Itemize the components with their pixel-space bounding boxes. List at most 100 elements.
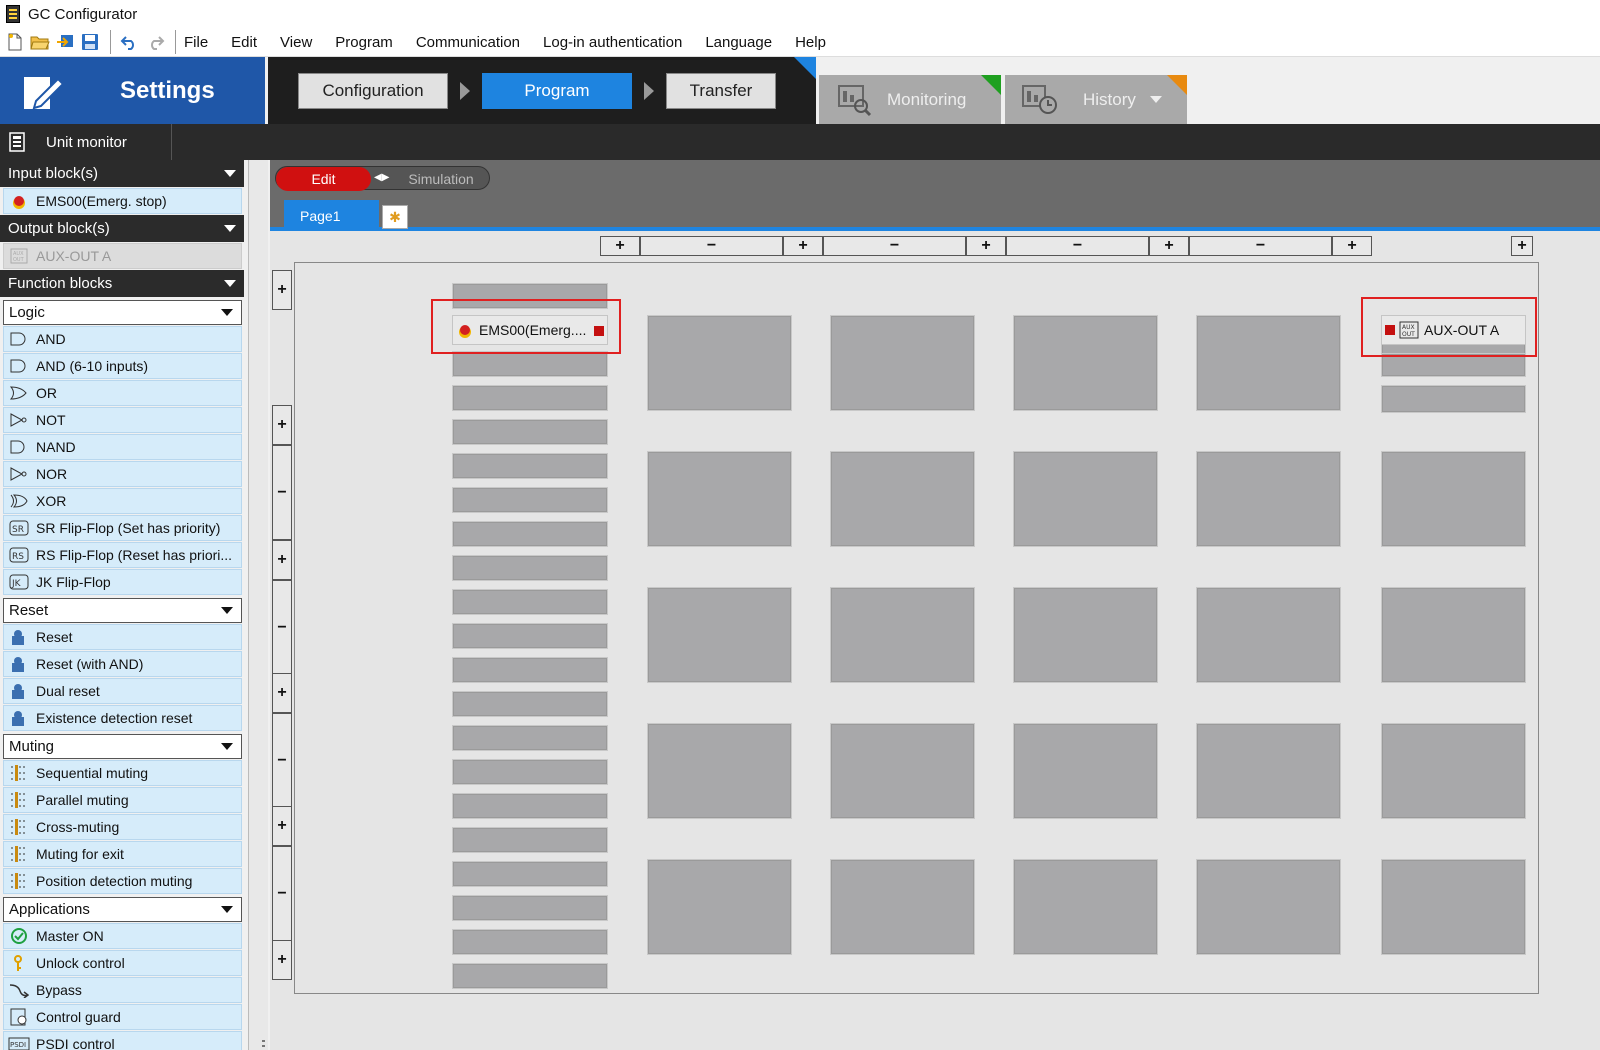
input-blocks-header[interactable]: Input block(s)	[0, 160, 244, 187]
output-blocks-header[interactable]: Output block(s)	[0, 215, 244, 242]
block-slot[interactable]	[452, 385, 608, 411]
block-slot[interactable]	[1013, 859, 1158, 955]
block-slot[interactable]	[1381, 385, 1526, 413]
menu-communication[interactable]: Communication	[416, 34, 520, 51]
menu-language[interactable]: Language	[705, 34, 772, 51]
block-slot[interactable]	[452, 657, 608, 683]
group-dropdown-logic[interactable]: Logic	[3, 300, 242, 325]
block-slot[interactable]	[647, 451, 792, 547]
block-slot[interactable]	[1381, 859, 1526, 955]
menu-login-authentication[interactable]: Log-in authentication	[543, 34, 682, 51]
palette-item[interactable]: Position detection muting	[3, 868, 242, 894]
settings-header[interactable]: Settings	[0, 57, 265, 124]
menu-file[interactable]: File	[184, 34, 208, 51]
tab-page1[interactable]: Page1	[284, 200, 379, 231]
block-slot[interactable]	[452, 419, 608, 445]
delete-column-button[interactable]: −	[1006, 236, 1149, 256]
menu-edit[interactable]: Edit	[231, 34, 257, 51]
edit-simulation-toggle[interactable]: Edit ◀▶ Simulation	[275, 166, 491, 191]
insert-column-button[interactable]: +	[600, 236, 640, 256]
insert-row-button[interactable]: +	[272, 673, 292, 713]
delete-row-button[interactable]: −	[272, 713, 292, 808]
palette-item[interactable]: Reset (with AND)	[3, 651, 242, 677]
tab-history[interactable]: History	[1005, 75, 1187, 124]
redo-icon[interactable]	[144, 31, 166, 53]
add-page-button[interactable]: ✱	[382, 205, 408, 229]
block-slot[interactable]	[452, 691, 608, 717]
group-dropdown-applications[interactable]: Applications	[3, 897, 242, 922]
block-slot[interactable]	[452, 963, 608, 989]
palette-item[interactable]: Control guard	[3, 1004, 242, 1030]
palette-item[interactable]: Bypass	[3, 977, 242, 1003]
menu-program[interactable]: Program	[335, 34, 393, 51]
block-slot[interactable]	[1013, 723, 1158, 819]
insert-column-button[interactable]: +	[1332, 236, 1372, 256]
unit-monitor-button[interactable]: Unit monitor	[0, 124, 172, 160]
block-slot[interactable]	[452, 895, 608, 921]
edit-mode-button[interactable]: Edit	[276, 167, 371, 191]
menu-view[interactable]: View	[280, 34, 312, 51]
palette-item[interactable]: Existence detection reset	[3, 705, 242, 731]
palette-item[interactable]: Muting for exit	[3, 841, 242, 867]
block-slot[interactable]	[452, 555, 608, 581]
block-slot[interactable]	[647, 859, 792, 955]
simulation-mode-button[interactable]: Simulation	[391, 167, 491, 191]
block-slot[interactable]	[1196, 723, 1341, 819]
function-blocks-header[interactable]: Function blocks	[0, 270, 244, 297]
block-slot[interactable]	[452, 793, 608, 819]
block-slot[interactable]	[830, 723, 975, 819]
insert-row-button[interactable]: +	[272, 270, 292, 310]
block-slot[interactable]	[1381, 723, 1526, 819]
step-transfer[interactable]: Transfer	[666, 72, 776, 109]
block-slot[interactable]	[1196, 587, 1341, 683]
group-dropdown-muting[interactable]: Muting	[3, 734, 242, 759]
block-slot[interactable]	[647, 587, 792, 683]
block-slot[interactable]	[1013, 587, 1158, 683]
block-slot[interactable]	[647, 315, 792, 411]
undo-icon[interactable]	[119, 31, 141, 53]
palette-item[interactable]: AND	[3, 326, 242, 352]
delete-column-button[interactable]: −	[1189, 236, 1332, 256]
palette-item[interactable]: Reset	[3, 624, 242, 650]
insert-column-button[interactable]: +	[966, 236, 1006, 256]
block-slot[interactable]	[1013, 315, 1158, 411]
open-folder-icon[interactable]	[29, 31, 51, 53]
block-slot[interactable]	[1381, 587, 1526, 683]
insert-column-button[interactable]: +	[1511, 236, 1533, 256]
block-slot[interactable]	[452, 929, 608, 955]
block-slot[interactable]	[830, 859, 975, 955]
block-slot[interactable]	[452, 759, 608, 785]
delete-row-button[interactable]: −	[272, 580, 292, 675]
save-icon[interactable]	[79, 31, 101, 53]
new-file-icon[interactable]	[4, 31, 26, 53]
block-slot[interactable]	[830, 587, 975, 683]
block-slot[interactable]	[1196, 451, 1341, 547]
import-icon[interactable]	[54, 31, 76, 53]
palette-item[interactable]: SR SR Flip-Flop (Set has priority)	[3, 515, 242, 541]
block-slot[interactable]	[452, 351, 608, 377]
palette-item[interactable]: Parallel muting	[3, 787, 242, 813]
menu-help[interactable]: Help	[795, 34, 826, 51]
palette-item[interactable]: Cross-muting	[3, 814, 242, 840]
palette-item[interactable]: NAND	[3, 434, 242, 460]
block-slot[interactable]	[830, 451, 975, 547]
palette-item[interactable]: NOR	[3, 461, 242, 487]
block-slot[interactable]	[452, 487, 608, 513]
block-slot[interactable]	[452, 589, 608, 615]
splitter-grip[interactable]	[262, 1040, 265, 1050]
panel-splitter[interactable]	[248, 160, 268, 1050]
palette-item[interactable]: NOT	[3, 407, 242, 433]
step-program[interactable]: Program	[482, 72, 632, 109]
insert-column-button[interactable]: +	[783, 236, 823, 256]
palette-item[interactable]: Dual reset	[3, 678, 242, 704]
step-configuration[interactable]: Configuration	[298, 72, 448, 109]
insert-column-button[interactable]: +	[1149, 236, 1189, 256]
insert-row-button[interactable]: +	[272, 806, 292, 846]
delete-column-button[interactable]: −	[640, 236, 783, 256]
block-slot[interactable]	[452, 521, 608, 547]
palette-item[interactable]: RS RS Flip-Flop (Reset has priori...	[3, 542, 242, 568]
block-slot[interactable]	[452, 453, 608, 479]
palette-item-ems00[interactable]: EMS00(Emerg. stop)	[3, 188, 242, 214]
block-slot[interactable]	[1381, 451, 1526, 547]
palette-item[interactable]: PSDI PSDI control	[3, 1031, 242, 1050]
